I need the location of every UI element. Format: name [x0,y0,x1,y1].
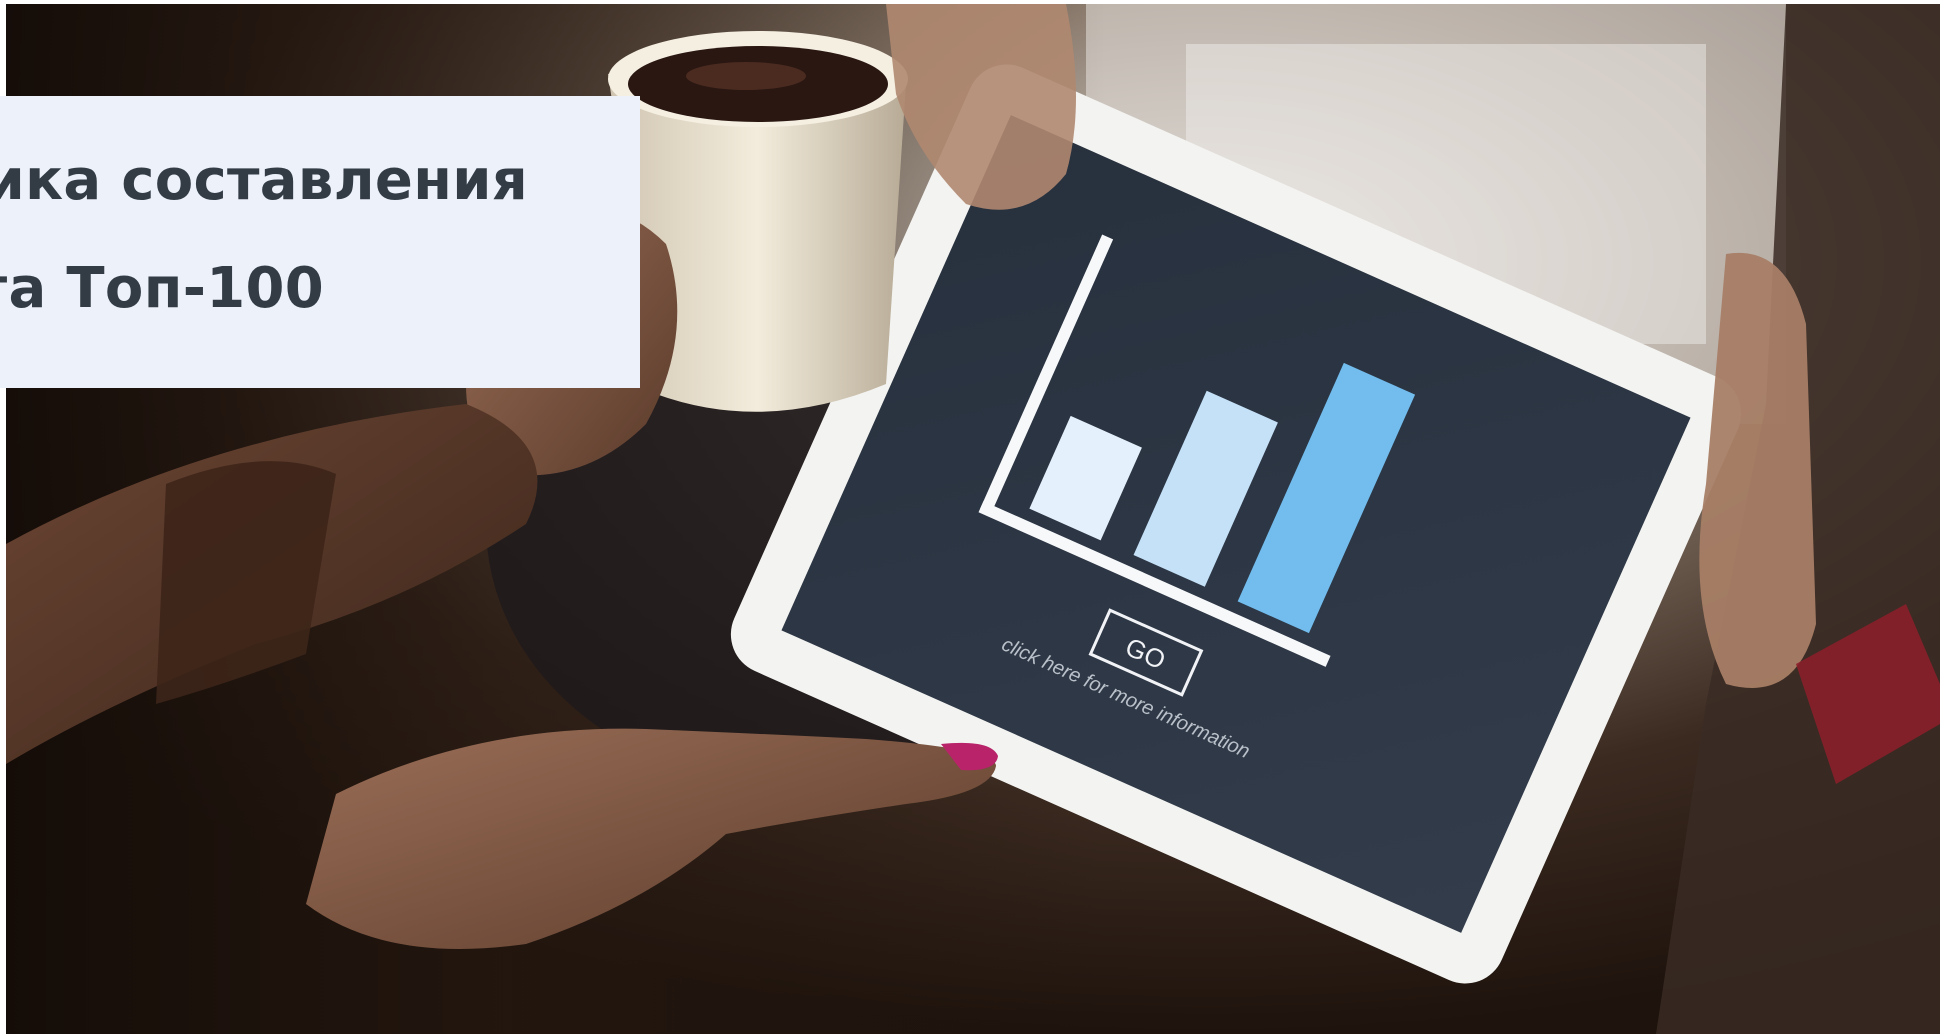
title-panel: дика составления нга Топ-100 [0,96,640,388]
title-line-1: дика составления [0,148,528,213]
slide: GO click here for more information ика с… [0,0,1944,1034]
title-line-2: нга Топ-100 [0,256,325,321]
